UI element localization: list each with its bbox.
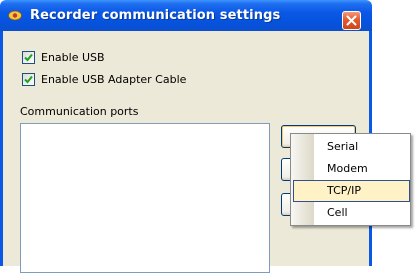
enable-usb-adapter-option[interactable]: Enable USB Adapter Cable (22, 72, 186, 87)
communication-ports-list[interactable] (20, 123, 270, 273)
menu-item-label: Cell (327, 206, 348, 219)
enable-usb-adapter-label: Enable USB Adapter Cable (41, 73, 187, 86)
dialog-window: Recorder communication settings Enable U… (0, 0, 419, 273)
enable-usb-adapter-checkbox[interactable] (22, 73, 35, 86)
menu-item-label: Serial (327, 140, 359, 153)
check-icon (24, 75, 33, 84)
close-button[interactable] (342, 11, 361, 30)
menu-item-modem[interactable]: Modem (293, 158, 410, 180)
add-port-dropdown-menu: Serial Modem TCP/IP Cell (290, 133, 411, 226)
menu-item-cell[interactable]: Cell (293, 202, 410, 224)
enable-usb-label: Enable USB (41, 51, 105, 64)
menu-item-label: TCP/IP (327, 184, 361, 197)
check-icon (24, 53, 33, 62)
title-bar[interactable]: Recorder communication settings (0, 0, 372, 31)
window-title: Recorder communication settings (30, 8, 281, 23)
enable-usb-checkbox[interactable] (22, 51, 35, 64)
communication-ports-label: Communication ports (20, 105, 139, 118)
menu-item-label: Modem (327, 162, 368, 175)
app-icon (8, 10, 22, 21)
menu-item-tcpip[interactable]: TCP/IP (293, 180, 410, 202)
close-icon (346, 15, 357, 26)
enable-usb-option[interactable]: Enable USB (22, 50, 105, 65)
menu-item-serial[interactable]: Serial (293, 136, 410, 158)
